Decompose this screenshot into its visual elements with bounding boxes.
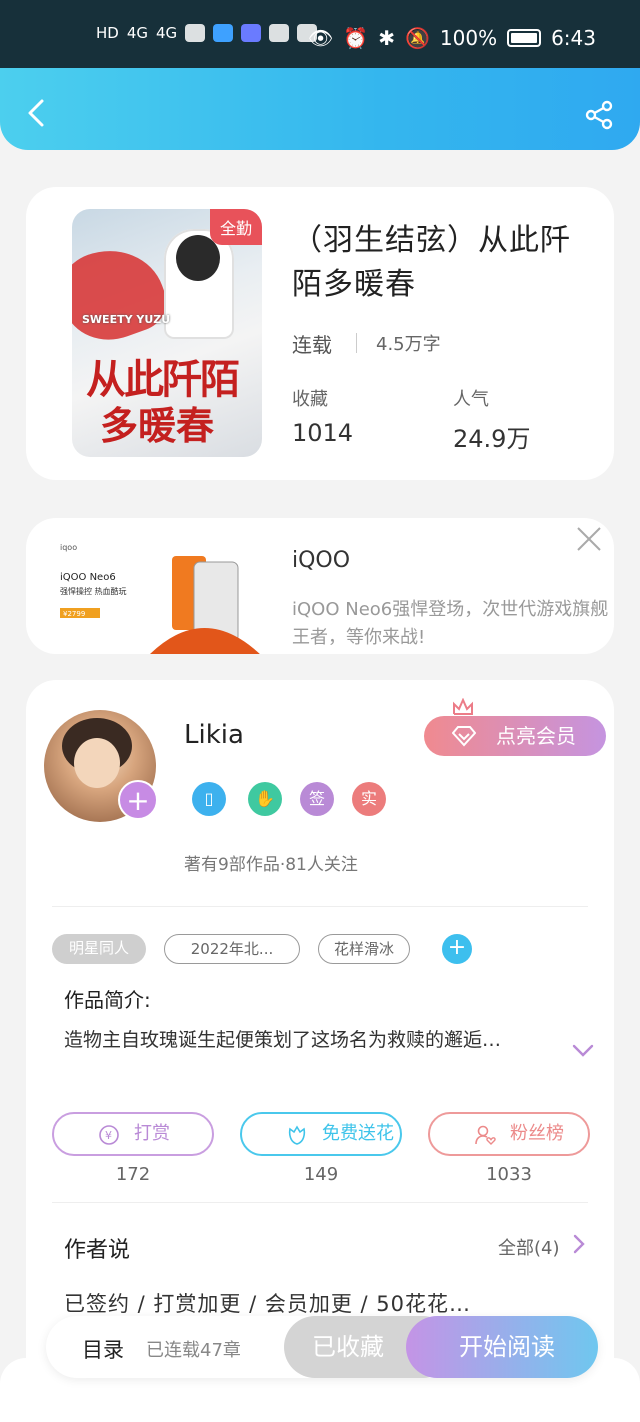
stat-label-popularity: 人气 [453, 389, 489, 410]
status-left: HD 4G 4G [96, 24, 318, 42]
ad-card[interactable]: iqoo iQOO Neo6 强悍操控 热血酷玩 ¥2799 iQOO iQOO… [26, 518, 614, 654]
author-says-text[interactable]: 已签约 / 打赏加更 / 会员加更 / 50花花… [64, 1288, 471, 1318]
tip-button[interactable]: ¥ 打赏 [52, 1112, 214, 1156]
share-icon[interactable] [584, 100, 614, 130]
divider [52, 1202, 588, 1203]
crown-icon [453, 698, 473, 715]
light-up-vip-button[interactable]: 点亮会员 [424, 716, 606, 756]
author-meta: 著有9部作品·81人关注 [184, 855, 358, 875]
fan-ranking-label: 粉丝榜 [510, 1123, 564, 1144]
handshake-medal-icon[interactable]: ✋ [248, 782, 282, 816]
cover-caption: SWEETY YUZU [82, 313, 171, 326]
ad-brand: iQOO [292, 548, 351, 573]
full-attendance-badge: 全勤 [209, 209, 262, 245]
start-reading-button[interactable]: 开始阅读 [406, 1316, 598, 1378]
tag-figure-skating[interactable]: 花样滑冰 [318, 934, 410, 964]
svg-text:¥: ¥ [105, 1129, 112, 1142]
network-4g-1: 4G [126, 24, 149, 42]
ad-image-logo: iqoo [60, 543, 77, 552]
chevron-left-icon[interactable] [22, 98, 52, 128]
flower-icon [288, 1125, 306, 1145]
status-bar: HD 4G 4G 👁 ⏰ ✱ 🔕 100% 6:43 [0, 0, 640, 68]
follow-plus-icon[interactable]: + [118, 780, 158, 820]
vip-button-label: 点亮会员 [496, 724, 576, 748]
user-heart-icon [475, 1125, 496, 1145]
search-app-icon [213, 24, 234, 42]
chevron-down-icon[interactable] [572, 1044, 594, 1058]
signed-medal[interactable]: 签 [300, 782, 334, 816]
alarm-icon: ⏰ [343, 26, 369, 50]
ad-image-slogan: 强悍操控 热血酷玩 [60, 586, 127, 596]
network-4g-2: 4G [156, 24, 178, 42]
ad-image[interactable]: iqoo iQOO Neo6 强悍操控 热血酷玩 ¥2799 [54, 528, 284, 654]
bottom-action-bar: 目录 已连载47章 已收藏 开始阅读 [46, 1316, 598, 1378]
status-right: 👁 ⏰ ✱ 🔕 100% 6:43 [308, 26, 596, 50]
book-word-count: 4.5万字 [376, 334, 441, 355]
verified-medal[interactable]: 实 [352, 782, 386, 816]
send-flower-button[interactable]: 免费送花 [240, 1112, 402, 1156]
add-tag-icon[interactable]: + [442, 934, 472, 964]
divider [52, 906, 588, 907]
tag-2022[interactable]: 2022年北... [164, 934, 300, 964]
ad-description: iQOO Neo6强悍登场，次世代游戏旗舰王者，等你来战! [292, 599, 609, 648]
cover-title-line2: 多暖春 [100, 403, 215, 448]
yen-icon: ¥ [99, 1125, 119, 1145]
tag-star-fanfic[interactable]: 明星同人 [52, 934, 146, 964]
stat-label-collections: 收藏 [292, 389, 328, 410]
mute-icon: 🔕 [404, 26, 430, 50]
author-says-label: 作者说 [64, 1238, 131, 1263]
diamond-icon [452, 726, 476, 747]
author-says-all-link[interactable]: 全部(4) [498, 1234, 560, 1260]
battery-percent: 100% [439, 26, 498, 50]
stat-value-popularity: 24.9万 [453, 425, 531, 453]
wechat-icon [269, 24, 290, 42]
bluetooth-icon: ✱ [378, 26, 395, 50]
table-of-contents-button[interactable]: 目录 [82, 1334, 124, 1364]
close-icon[interactable] [574, 524, 604, 554]
chapter-count: 已连载47章 [146, 1340, 241, 1361]
intro-text: 造物主自玫瑰诞生起便策划了这场名为救赎的邂逅… [64, 1029, 502, 1051]
book-status: 连载 [292, 333, 332, 357]
ad-image-model: iQOO Neo6 [60, 572, 116, 583]
intro-label: 作品简介: [64, 988, 151, 1012]
flower-count: 149 [303, 1164, 339, 1185]
fan-count: 1033 [486, 1164, 532, 1185]
clock: 6:43 [551, 26, 596, 50]
book-cover[interactable]: SWEETY YUZU 从此阡陌 多暖春 全勤 [72, 209, 262, 457]
tip-count: 172 [115, 1164, 151, 1185]
author-card: + Likia 点亮会员 ▯ ✋ 签 实 著有9部作品·81人关注 明星同人 2… [26, 680, 614, 1422]
tip-label: 打赏 [134, 1123, 170, 1144]
avatar-face [74, 738, 120, 788]
fan-ranking-button[interactable]: 粉丝榜 [428, 1112, 590, 1156]
status-divider [356, 333, 357, 353]
header-bar [0, 68, 640, 150]
book-title: （羽生结弦）从此阡陌多暖春 [292, 223, 571, 302]
cover-flag [72, 234, 175, 354]
battery-icon [507, 29, 542, 47]
phone-medal-icon[interactable]: ▯ [192, 782, 226, 816]
stat-value-collections: 1014 [292, 419, 354, 447]
qq-icon [185, 24, 206, 42]
network-indicator: HD [96, 24, 119, 42]
book-info-card: SWEETY YUZU 从此阡陌 多暖春 全勤 （羽生结弦）从此阡陌多暖春 连载… [26, 187, 614, 480]
ad-image-price: ¥2799 [63, 610, 85, 618]
send-flower-label: 免费送花 [322, 1123, 394, 1144]
eye-icon: 👁 [307, 26, 334, 50]
chevron-right-icon[interactable] [572, 1234, 586, 1254]
music-app-icon [241, 24, 262, 42]
author-name[interactable]: Likia [184, 720, 244, 750]
